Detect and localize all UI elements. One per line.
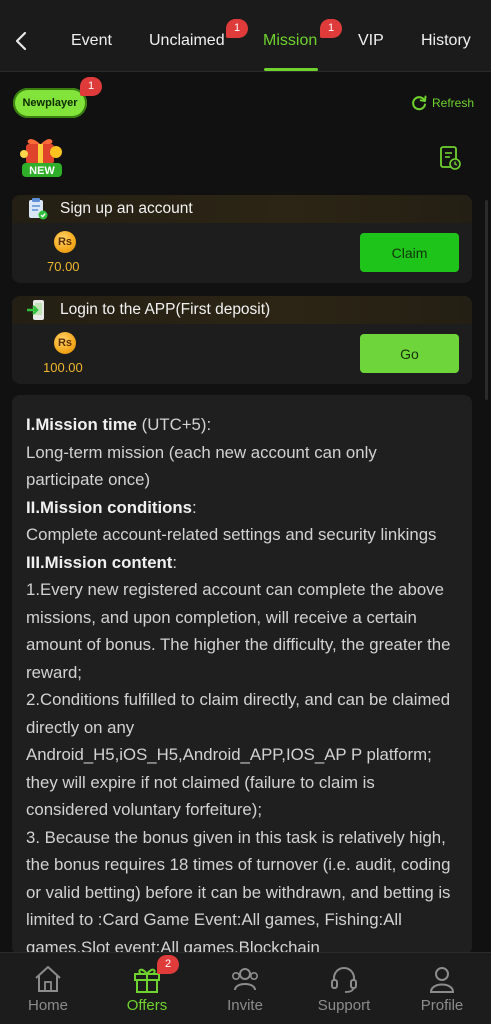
bottom-nav-label: Profile (420, 997, 464, 1014)
home-icon (35, 966, 61, 992)
bottom-nav: Home 2 Offers Invite Support Profile (0, 952, 491, 1024)
scrollbar[interactable] (485, 200, 488, 400)
rules-section-3-heading: III.Mission content: (26, 549, 458, 577)
rules-paragraph-1: 1.Every new registered account can compl… (26, 580, 451, 682)
new-tag: NEW (29, 165, 55, 177)
rules-section-2-colon: : (191, 497, 197, 517)
bottom-nav-home[interactable]: Home (8, 953, 88, 1024)
bottom-nav-label: Invite (227, 997, 263, 1014)
tab-event[interactable]: Event (71, 31, 112, 51)
unclaimed-badge: 1 (226, 19, 248, 38)
chevron-left-icon (15, 31, 27, 51)
clipboard-check-icon (29, 198, 48, 220)
mission-title: Sign up an account (60, 200, 193, 217)
rules-section-1-title: I.Mission time (26, 415, 137, 434)
back-button[interactable] (8, 26, 34, 56)
mission-reward-amount: 70.00 (47, 259, 80, 274)
invite-people-icon (231, 968, 258, 991)
bottom-nav-support[interactable]: Support (304, 953, 384, 1024)
rupee-coin-icon: Rs (54, 332, 76, 354)
rules-section-3-title: III.Mission content (26, 552, 173, 572)
mission-reward-amount: 100.00 (43, 360, 83, 375)
mission-card-header: Sign up an account (12, 195, 472, 223)
refresh-button[interactable]: Refresh (410, 93, 474, 113)
offers-badge: 2 (157, 955, 179, 974)
bottom-nav-offers[interactable]: 2 Offers (107, 953, 187, 1024)
bottom-nav-invite[interactable]: Invite (205, 953, 285, 1024)
tab-history[interactable]: History (421, 31, 471, 51)
top-nav: Event Unclaimed 1 Mission 1 VIP History (0, 0, 491, 72)
rules-paragraph-2: 2.Conditions fulfilled to claim directly… (26, 690, 451, 819)
mission-card: Sign up an account Rs 70.00 Claim (12, 195, 472, 283)
rules-section-3-colon: : (172, 552, 178, 572)
bottom-nav-label: Home (27, 997, 68, 1014)
mission-card: Login to the APP(First deposit) Rs 100.0… (12, 296, 472, 384)
refresh-label: Refresh (432, 96, 475, 110)
tab-unclaimed[interactable]: Unclaimed (149, 31, 225, 51)
rules-section-2-title: II.Mission conditions (26, 497, 192, 517)
rules-paragraph-3: 3. Because the bonus given in this task … (26, 827, 451, 956)
refresh-icon (412, 95, 427, 111)
bottom-nav-label: Offers (126, 997, 168, 1014)
mission-title: Login to the APP(First deposit) (60, 301, 271, 318)
bottom-nav-profile[interactable]: Profile (402, 953, 482, 1024)
rules-section-2-heading: II.Mission conditions: (26, 494, 458, 522)
mission-badge: 1 (320, 19, 342, 38)
tab-mission[interactable]: Mission (263, 31, 317, 51)
rules-section-1-body: Long-term mission (each new account can … (26, 442, 377, 490)
rupee-coin-icon: Rs (54, 231, 76, 253)
rules-section-2-body: Complete account-related settings and se… (26, 525, 437, 544)
mission-card-body: Rs 100.00 Go (12, 324, 472, 384)
rules-section-1-heading: I.Mission time (UTC+5): (26, 411, 458, 439)
rules-section-1-tz: (UTC+5): (141, 415, 212, 434)
claim-button[interactable]: Claim (360, 233, 459, 272)
user-icon (429, 967, 455, 993)
active-tab-indicator (264, 68, 318, 71)
mission-card-header: Login to the APP(First deposit) (12, 296, 472, 324)
headset-icon (331, 967, 357, 993)
mission-rules-panel: I.Mission time (UTC+5): Long-term missio… (12, 395, 472, 955)
mission-card-body: Rs 70.00 Claim (12, 223, 472, 283)
login-app-icon (27, 300, 44, 320)
bottom-nav-label: Support (317, 997, 371, 1014)
tab-vip[interactable]: VIP (358, 31, 384, 51)
newplayer-badge: 1 (80, 77, 102, 96)
go-button[interactable]: Go (360, 334, 459, 373)
newplayer-chip[interactable]: Newplayer (13, 88, 87, 118)
document-history-icon[interactable] (438, 145, 462, 171)
new-gift-icon: NEW (16, 132, 68, 180)
